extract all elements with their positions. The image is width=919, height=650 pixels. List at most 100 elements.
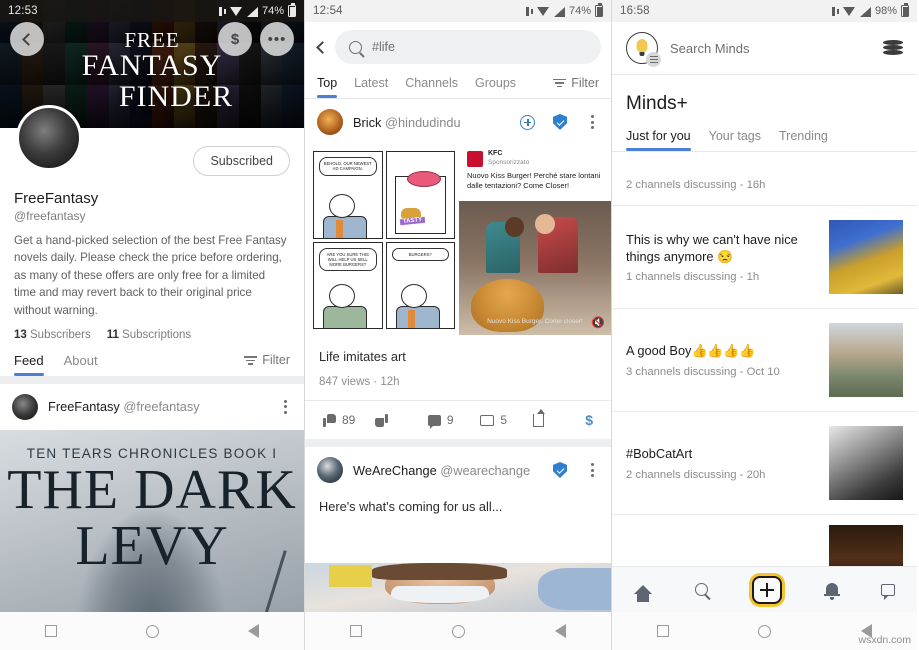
channel-avatar[interactable] <box>16 105 82 171</box>
post-menu-button[interactable] <box>585 461 599 480</box>
subscriptions-stat[interactable]: 11 Subscriptions <box>107 329 191 341</box>
more-button[interactable]: ••• <box>260 22 294 56</box>
comic-panel-2: TASTY <box>385 151 455 239</box>
share-button[interactable] <box>532 408 585 427</box>
recents-button[interactable] <box>350 625 362 637</box>
discussion-thumbnail[interactable] <box>829 220 903 294</box>
back-button[interactable] <box>10 22 44 56</box>
back-button[interactable] <box>315 40 329 54</box>
tip-button[interactable]: $ <box>585 412 593 428</box>
home-button[interactable] <box>452 624 465 638</box>
post-menu-button[interactable] <box>278 397 292 416</box>
avatar[interactable] <box>12 393 38 420</box>
list-item[interactable]: A good Boy👍👍👍👍 3 channels discussing - O… <box>612 309 917 412</box>
filter-label: Filter <box>262 353 290 368</box>
thumbs-up-button[interactable]: 89 <box>323 413 375 427</box>
comic-image[interactable]: BEHOLD, OUR NEWEST AD CAMPAIGN. TASTY AR… <box>305 145 459 335</box>
avatar[interactable] <box>317 457 343 483</box>
subscribed-button[interactable]: Subscribed <box>193 146 290 176</box>
vibrate-icon <box>525 6 533 17</box>
mute-icon[interactable]: 🔇 <box>591 316 605 329</box>
thumbs-down-button[interactable] <box>375 414 427 427</box>
battery-icon <box>595 3 603 17</box>
tab-just-for-you[interactable]: Just for you <box>626 129 691 151</box>
back-nav-button[interactable] <box>248 624 260 638</box>
signal-icon <box>246 6 258 17</box>
post-author-name: WeAreChange <box>353 462 437 478</box>
tab-channels[interactable]: Channels <box>405 76 458 98</box>
back-nav-button[interactable] <box>555 624 566 638</box>
home-button[interactable] <box>758 624 772 638</box>
ad-brand: KFC <box>488 150 503 157</box>
post-media: BEHOLD, OUR NEWEST AD CAMPAIGN. TASTY AR… <box>305 145 611 335</box>
tab-top[interactable]: Top <box>317 76 338 98</box>
filter-button[interactable]: Filter <box>244 353 290 375</box>
list-item[interactable]: This is why we can't have nice things an… <box>612 206 917 309</box>
list-item[interactable]: 2 channels discussing - 16h <box>612 152 917 206</box>
tab-trending[interactable]: Trending <box>779 129 828 151</box>
home-icon <box>633 585 652 602</box>
nav-notifications-button[interactable] <box>823 583 840 600</box>
nav-home-button[interactable] <box>633 585 652 602</box>
subscribe-icon[interactable] <box>520 114 535 130</box>
battery-icon <box>901 3 909 17</box>
page-title: Minds+ <box>626 93 688 114</box>
filter-button[interactable]: Filter <box>553 76 599 98</box>
discussion-thumbnail[interactable] <box>829 426 903 500</box>
bell-icon <box>823 583 840 600</box>
recents-button[interactable] <box>656 625 669 637</box>
discussion-meta: 2 channels discussing - 20h <box>626 468 766 481</box>
vibrate-icon <box>831 6 839 17</box>
tab-groups[interactable]: Groups <box>475 76 516 98</box>
post-author[interactable]: WeAreChange @wearechange <box>353 463 530 478</box>
battery-icon <box>288 3 296 17</box>
kfc-ad-image[interactable]: KFC Sponsorizzato Nuovo Kiss Burger! Per… <box>459 145 611 335</box>
minds-tabs: Just for you Your tags Trending <box>612 115 917 152</box>
search-input[interactable]: #life <box>335 30 601 64</box>
search-bar-row: #life <box>305 22 611 72</box>
tab-your-tags[interactable]: Your tags <box>709 129 761 151</box>
post-author-handle: @hindudindu <box>385 114 461 130</box>
remind-icon <box>480 414 495 426</box>
recents-button[interactable] <box>44 625 57 637</box>
home-button[interactable] <box>145 624 159 638</box>
nav-compose-button[interactable] <box>751 575 782 604</box>
status-bar-3: 16:58 98% <box>612 0 917 22</box>
channel-tabs: Feed About Filter <box>0 341 304 376</box>
more-horizontal-icon: ••• <box>267 30 287 48</box>
avatar[interactable] <box>317 109 343 135</box>
discussion-thumbnail[interactable] <box>829 323 903 397</box>
subscribers-stat[interactable]: 13 Subscribers <box>14 329 91 341</box>
ad-photo: Nuovo Kiss Burger. Come closer! 🔇 <box>459 201 611 335</box>
status-time: 12:54 <box>313 5 343 17</box>
post-menu-button[interactable] <box>585 113 599 132</box>
tab-about[interactable]: About <box>64 353 98 376</box>
channel-description: Get a hand-picked selection of the best … <box>14 234 287 317</box>
list-item[interactable]: #BobCatArt 2 channels discussing - 20h <box>612 412 917 515</box>
post-image-mask[interactable] <box>305 563 611 612</box>
android-nav-bar-1 <box>0 612 304 650</box>
lightbulb-avatar[interactable] <box>626 32 661 67</box>
post-text: Life imitates art <box>319 349 406 364</box>
remind-button[interactable]: 5 <box>480 413 532 427</box>
section-divider <box>305 439 611 447</box>
status-time: 12:53 <box>8 5 38 17</box>
nav-messages-button[interactable] <box>881 583 896 600</box>
comment-button[interactable]: 9 <box>427 413 480 429</box>
ad-sponsored-label: Sponsorizzato <box>488 159 530 166</box>
post-text: Here's what's coming for us all... <box>319 499 503 514</box>
thumbs-down-icon <box>375 414 388 427</box>
post-author[interactable]: Brick @hindudindu <box>353 115 461 130</box>
filter-label: Filter <box>571 76 599 90</box>
tab-feed[interactable]: Feed <box>14 353 44 376</box>
post-author[interactable]: FreeFantasy @freefantasy <box>48 399 200 414</box>
discussion-meta: 1 channels discussing - 1h <box>626 271 760 284</box>
tab-latest[interactable]: Latest <box>354 76 388 98</box>
coins-icon[interactable] <box>883 40 903 56</box>
banner-line-3: FINDER <box>118 79 234 113</box>
nav-search-button[interactable] <box>695 583 709 596</box>
search-minds-input[interactable]: Search Minds <box>670 41 871 56</box>
menu-badge-icon[interactable] <box>646 52 661 67</box>
wire-button[interactable]: $ <box>218 22 252 56</box>
post-author-handle: @freefantasy <box>123 399 200 415</box>
